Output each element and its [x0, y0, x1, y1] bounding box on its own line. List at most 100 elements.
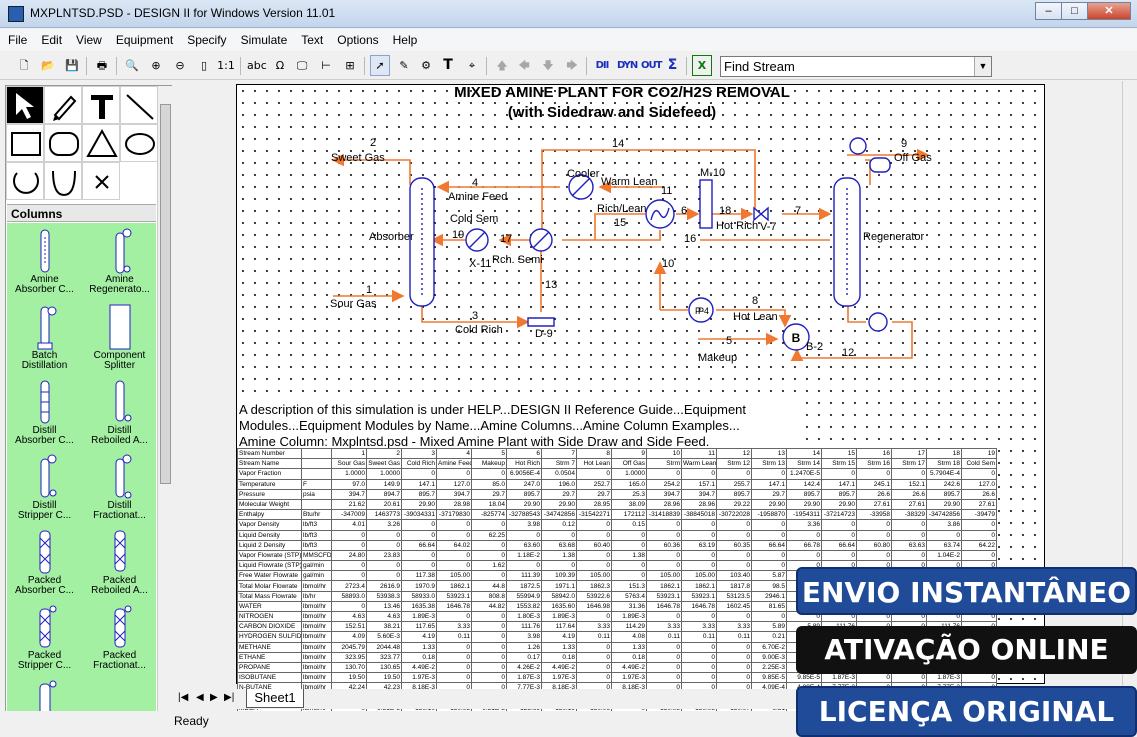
- table-cell[interactable]: 0: [436, 560, 472, 572]
- table-cell[interactable]: 58942.0: [541, 590, 577, 602]
- table-cell[interactable]: 28.96: [681, 498, 717, 511]
- table-cell[interactable]: 147.1: [401, 478, 437, 490]
- table-cell[interactable]: 1971.1: [541, 580, 577, 592]
- table-cell[interactable]: 29.7: [576, 488, 612, 500]
- table-cell[interactable]: 0: [716, 610, 752, 623]
- table-cell[interactable]: Sweet Gas: [366, 458, 402, 470]
- table-cell[interactable]: 1862.1: [646, 580, 682, 592]
- table-cell[interactable]: 53923.1: [681, 590, 717, 602]
- zoom-in-icon[interactable]: ⊕: [146, 55, 166, 76]
- table-cell[interactable]: 0: [576, 549, 612, 562]
- table-cell[interactable]: 26.6: [891, 488, 927, 500]
- table-cell[interactable]: Strm 7: [541, 458, 577, 470]
- table-cell[interactable]: CARBON DIOXIDE: [237, 621, 302, 633]
- table-cell[interactable]: 895.7: [716, 488, 752, 500]
- table-cell[interactable]: 149.9: [366, 478, 402, 490]
- palette-distill-stripper[interactable]: Distill Stripper C...: [7, 453, 82, 521]
- tab-sheet1[interactable]: Sheet1: [246, 689, 304, 708]
- pencil-icon[interactable]: ✎: [394, 55, 414, 76]
- table-cell[interactable]: 9.85E-5: [786, 672, 822, 684]
- new-file-icon[interactable]: 🗋: [14, 55, 34, 76]
- table-cell[interactable]: WATER: [237, 600, 302, 613]
- table-cell[interactable]: 0: [716, 661, 752, 674]
- table-cell[interactable]: 895.7: [786, 488, 822, 500]
- table-cell[interactable]: 6: [506, 447, 542, 460]
- table-cell[interactable]: Amine Feed: [436, 458, 472, 470]
- table-cell[interactable]: 0: [891, 529, 927, 541]
- table-cell[interactable]: 895.7: [926, 488, 962, 500]
- table-cell[interactable]: 0: [646, 610, 682, 623]
- table-cell[interactable]: 105.00: [576, 570, 612, 582]
- table-cell[interactable]: 114.29: [611, 621, 647, 633]
- table-cell[interactable]: 0: [366, 560, 402, 572]
- table-cell[interactable]: 1.87E-3: [926, 672, 962, 684]
- print-icon[interactable]: 🖶: [92, 55, 112, 76]
- table-cell[interactable]: 0: [681, 468, 717, 480]
- table-cell[interactable]: lb/ft3: [301, 539, 332, 551]
- table-cell[interactable]: 0: [926, 529, 962, 541]
- table-cell[interactable]: 0: [471, 672, 507, 684]
- table-cell[interactable]: 27.61: [856, 498, 892, 511]
- table-cell[interactable]: 1635.38: [401, 600, 437, 613]
- table-cell[interactable]: 165.0: [611, 478, 647, 490]
- table-cell[interactable]: 1: [331, 447, 367, 460]
- arrow-left-icon[interactable]: 🡄: [514, 55, 534, 76]
- table-cell[interactable]: 0: [401, 519, 437, 531]
- table-cell[interactable]: lbmol/hr: [301, 610, 332, 623]
- table-cell[interactable]: Vapor Flowrate (STP): [237, 549, 302, 562]
- table-cell[interactable]: 196.0: [541, 478, 577, 490]
- table-cell[interactable]: 6.9056E-4: [506, 468, 542, 480]
- table-cell[interactable]: 105.00: [681, 570, 717, 582]
- table-cell[interactable]: 1602.45: [716, 600, 752, 613]
- palette-distill-reboiled-absorber[interactable]: Distill Reboiled A...: [82, 378, 156, 446]
- input-file-icon[interactable]: DII: [592, 55, 612, 76]
- maximize-button[interactable]: □: [1061, 2, 1088, 20]
- table-cell[interactable]: 27.61: [961, 498, 997, 511]
- table-cell[interactable]: 44.8: [471, 580, 507, 592]
- table-cell[interactable]: 2.25E-3: [751, 661, 787, 674]
- table-cell[interactable]: 0: [786, 549, 822, 562]
- table-cell[interactable]: 97.0: [331, 478, 367, 490]
- table-cell[interactable]: 0: [681, 519, 717, 531]
- table-cell[interactable]: 4.08: [611, 631, 647, 643]
- table-cell[interactable]: 2723.4: [331, 580, 367, 592]
- table-cell[interactable]: 117.64: [541, 621, 577, 633]
- menu-view[interactable]: View: [76, 33, 102, 47]
- find-stream-combo[interactable]: Find Stream ▼: [720, 56, 992, 77]
- output-icon[interactable]: OUT: [640, 55, 662, 76]
- table-cell[interactable]: 0.11: [576, 631, 612, 643]
- table-cell[interactable]: 1646.78: [646, 600, 682, 613]
- table-cell[interactable]: 0: [716, 672, 752, 684]
- table-cell[interactable]: Molecular Weight: [237, 498, 302, 511]
- table-cell[interactable]: 0: [576, 641, 612, 653]
- table-cell[interactable]: Makeup: [471, 458, 507, 470]
- table-cell[interactable]: 1.0000: [366, 468, 402, 480]
- table-cell[interactable]: 55994.9: [506, 590, 542, 602]
- table-cell[interactable]: 0: [716, 641, 752, 653]
- table-cell[interactable]: 1.97E-3: [401, 672, 437, 684]
- table-cell[interactable]: 3: [401, 447, 437, 460]
- magnet-icon[interactable]: Ω: [270, 55, 290, 76]
- table-cell[interactable]: 895.7: [506, 488, 542, 500]
- table-cell[interactable]: 12: [716, 447, 752, 460]
- table-cell[interactable]: 1.89E-3: [401, 610, 437, 623]
- table-cell[interactable]: 323.95: [331, 651, 367, 663]
- table-cell[interactable]: 5.87: [751, 570, 787, 582]
- table-cell[interactable]: [301, 458, 332, 470]
- table-cell[interactable]: 1463773: [366, 509, 402, 521]
- table-cell[interactable]: 4.26E-2: [506, 661, 542, 674]
- table-cell[interactable]: 0: [576, 560, 612, 572]
- table-cell[interactable]: 242.6: [926, 478, 962, 490]
- table-cell[interactable]: 5: [471, 447, 507, 460]
- table-cell[interactable]: 62.25: [471, 529, 507, 541]
- table-cell[interactable]: Cold Rich: [401, 458, 437, 470]
- table-cell[interactable]: 58893.0: [331, 590, 367, 602]
- table-cell[interactable]: 147.1: [821, 478, 857, 490]
- table-cell[interactable]: 1.33: [541, 641, 577, 653]
- table-cell[interactable]: 0: [821, 468, 857, 480]
- table-cell[interactable]: 0: [891, 672, 927, 684]
- table-cell[interactable]: 3.33: [681, 621, 717, 633]
- table-cell[interactable]: 0: [856, 549, 892, 562]
- table-cell[interactable]: 29.90: [751, 498, 787, 511]
- table-cell[interactable]: 0: [856, 672, 892, 684]
